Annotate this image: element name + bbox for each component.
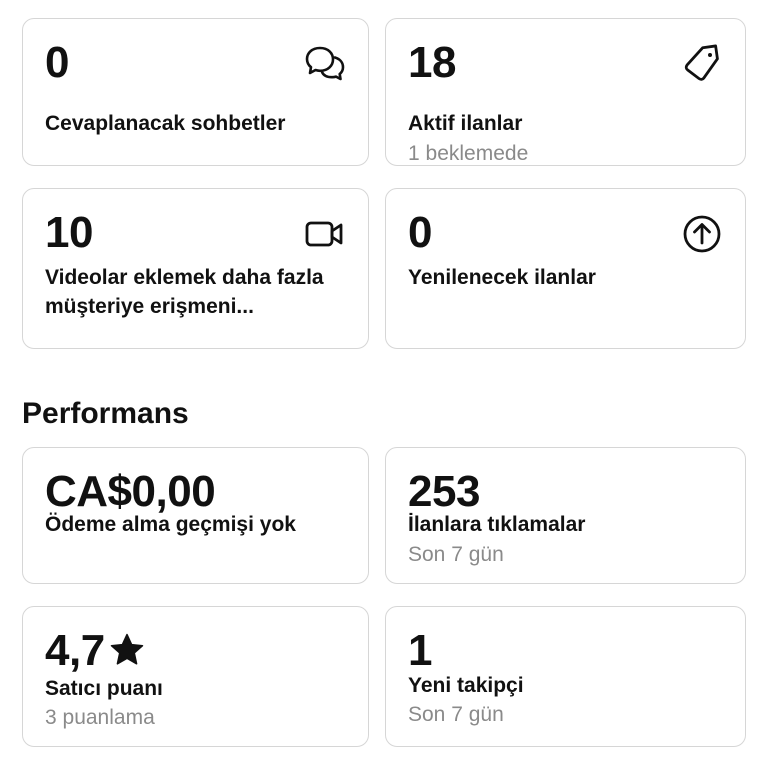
followers-count: 1 xyxy=(408,626,432,675)
chats-label: Cevaplanacak sohbetler xyxy=(45,112,286,135)
renew-label: Yenilenecek ilanlar xyxy=(408,266,596,289)
rating-label: Satıcı puanı xyxy=(45,677,163,700)
seller-dashboard: 0 Cevaplanacak sohbetler 18 Aktif ilanla… xyxy=(0,0,768,768)
active-listings-count: 18 xyxy=(408,38,456,87)
card-new-followers[interactable]: 1 Yeni takipçi Son 7 gün xyxy=(385,606,746,747)
rating-count: 3 puanlama xyxy=(45,706,155,729)
renew-count: 0 xyxy=(408,208,432,257)
video-camera-icon xyxy=(304,213,346,255)
rating-value-row: 4,7 xyxy=(45,629,145,673)
clicks-label: İlanlara tıklamalar xyxy=(408,513,586,536)
rating-value: 4,7 xyxy=(45,626,105,675)
performance-title: Performans xyxy=(22,397,189,430)
pending-count: 1 beklemede xyxy=(408,142,529,165)
clicks-count: 253 xyxy=(408,467,480,516)
card-active-listings[interactable]: 18 Aktif ilanlar 1 beklemede xyxy=(385,18,746,166)
card-chats-to-answer[interactable]: 0 Cevaplanacak sohbetler xyxy=(22,18,369,166)
card-add-videos[interactable]: 10 Videolar eklemek daha fazla müşteriye… xyxy=(22,188,369,349)
card-seller-rating[interactable]: 4,7 Satıcı puanı 3 puanlama xyxy=(22,606,369,747)
card-listing-clicks[interactable]: 253 İlanlara tıklamalar Son 7 gün xyxy=(385,447,746,584)
card-listings-to-renew[interactable]: 0 Yenilenecek ilanlar xyxy=(385,188,746,349)
arrow-up-circle-icon xyxy=(681,213,723,255)
price-tag-icon xyxy=(681,43,723,85)
star-icon xyxy=(109,632,145,668)
clicks-period: Son 7 gün xyxy=(408,543,504,566)
payout-label: Ödeme alma geçmişi yok xyxy=(45,513,296,536)
active-listings-label: Aktif ilanlar xyxy=(408,112,523,135)
chat-bubbles-icon xyxy=(304,43,346,85)
videos-count: 10 xyxy=(45,208,93,257)
chats-count: 0 xyxy=(45,38,69,87)
videos-label: Videolar eklemek daha fazla müşteriye er… xyxy=(45,266,324,318)
cut-off-section-title xyxy=(0,0,768,6)
payout-amount: CA$0,00 xyxy=(45,467,216,516)
card-payouts[interactable]: CA$0,00 Ödeme alma geçmişi yok xyxy=(22,447,369,584)
followers-period: Son 7 gün xyxy=(408,703,504,726)
followers-label: Yeni takipçi xyxy=(408,674,524,697)
